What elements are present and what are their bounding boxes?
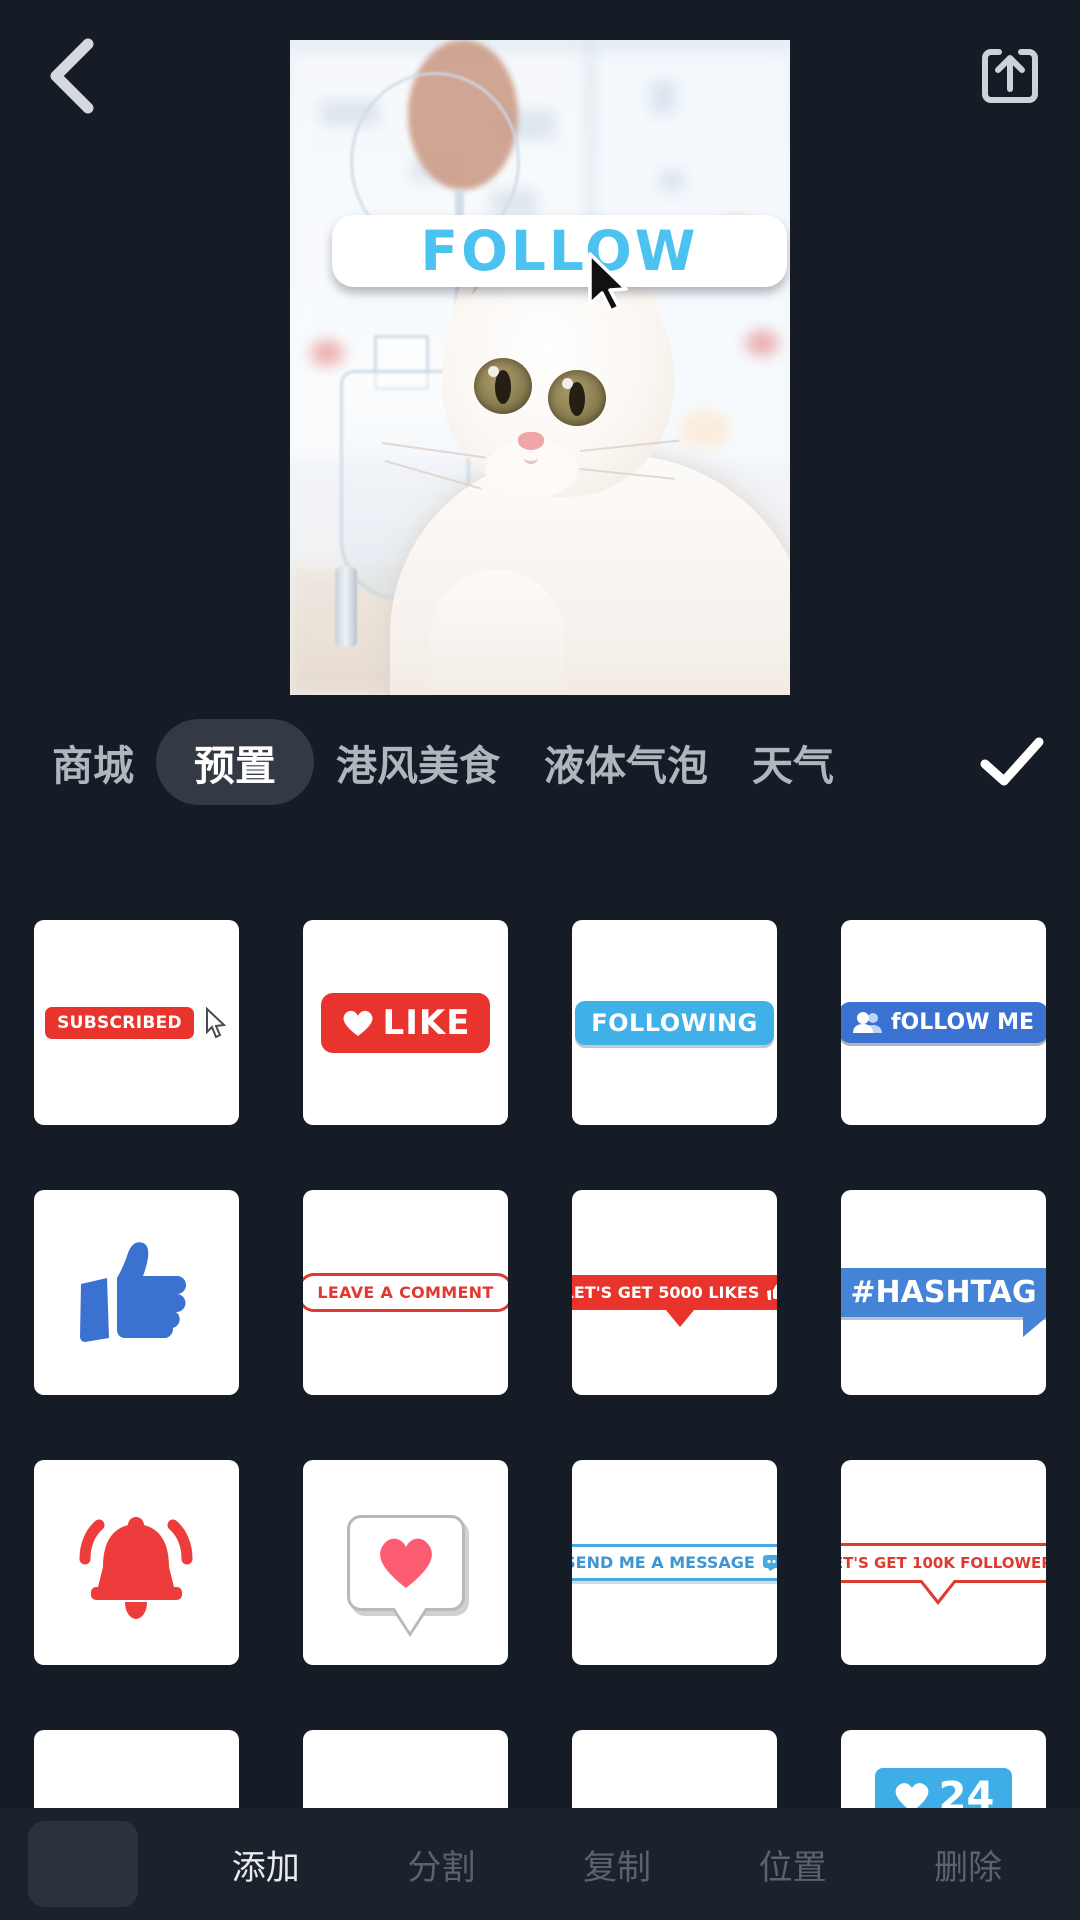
sticker-like: LIKE — [320, 992, 491, 1053]
sticker-label: LET'S GET 100K FOLLOWERS — [841, 1542, 1046, 1605]
sticker-label: FOLLOWING — [575, 1000, 774, 1045]
category-tab-strip[interactable]: 商城 预置 港风美食 液体气泡 天气 — [0, 703, 1080, 821]
back-button[interactable] — [24, 28, 120, 124]
sticker-label: fOLLOW ME — [890, 1010, 1035, 1035]
action-position[interactable]: 位置 — [759, 1840, 827, 1889]
sticker-item[interactable]: SEND ME A MESSAGE — [572, 1460, 777, 1665]
sticker-label: LET'S GET 5000 LIKES — [572, 1283, 760, 1302]
heart-speech-bubble — [346, 1514, 465, 1637]
sticker-label: #HASHTAG — [841, 1268, 1046, 1337]
checkmark-icon — [980, 737, 1044, 786]
sticker-item[interactable] — [34, 1190, 239, 1395]
tab-preset[interactable]: 预置 — [156, 719, 314, 805]
action-copy[interactable]: 复制 — [583, 1840, 651, 1889]
sticker-item[interactable]: LET'S GET 100K FOLLOWERS — [841, 1460, 1046, 1665]
chat-bubble-icon — [762, 1554, 777, 1571]
sticker-item[interactable]: SUBSCRIBED — [34, 920, 239, 1125]
tab-shop[interactable]: 商城 — [30, 719, 156, 805]
sticker-label: LIKE — [382, 1002, 471, 1043]
sticker-item[interactable]: #HASHTAG — [841, 1190, 1046, 1395]
sticker-follow-me: fOLLOW ME — [841, 1002, 1046, 1043]
video-preview[interactable]: FOLLOW — [290, 40, 790, 695]
export-button[interactable] — [966, 32, 1054, 120]
chevron-left-icon — [50, 38, 94, 114]
people-icon — [852, 1011, 882, 1033]
bell-icon — [79, 1516, 193, 1619]
sticker-label: SUBSCRIBED — [45, 1006, 194, 1039]
sticker-item[interactable] — [303, 1460, 508, 1665]
sticker-item[interactable]: LEAVE A COMMENT — [303, 1190, 508, 1395]
clip-thumbnail[interactable] — [28, 1821, 138, 1907]
sticker-label: LEAVE A COMMENT — [303, 1273, 508, 1312]
cat-subject — [290, 40, 790, 695]
sticker-item[interactable]: FOLLOWING — [572, 920, 777, 1125]
sticker-item[interactable]: LET'S GET 5000 LIKES — [572, 1190, 777, 1395]
action-delete[interactable]: 删除 — [934, 1840, 1002, 1889]
confirm-button[interactable] — [964, 714, 1060, 810]
sticker-5000-likes: LET'S GET 5000 LIKES — [572, 1275, 777, 1327]
mouse-cursor-arrow-icon — [588, 252, 628, 313]
preview-photo — [290, 40, 790, 695]
bottom-toolbar[interactable]: 添加 分割 复制 位置 删除 — [0, 1808, 1080, 1920]
action-split[interactable]: 分割 — [407, 1840, 475, 1889]
follow-sticker-label: FOLLOW — [420, 219, 699, 283]
export-up-icon — [982, 49, 1038, 103]
tab-weather[interactable]: 天气 — [730, 719, 856, 805]
heart-icon — [343, 1010, 373, 1036]
click-cursor-icon — [205, 1006, 227, 1038]
sticker-item[interactable]: fOLLOW ME — [841, 920, 1046, 1125]
heart-icon — [379, 1538, 432, 1588]
thumbs-up-small-icon — [767, 1284, 777, 1300]
sticker-send-message: SEND ME A MESSAGE — [572, 1544, 777, 1581]
thumbs-up-icon — [79, 1241, 186, 1342]
sticker-item[interactable] — [34, 1460, 239, 1665]
action-add[interactable]: 添加 — [232, 1840, 300, 1889]
tab-liquid-bubble[interactable]: 液体气泡 — [522, 719, 730, 805]
tab-hongkong-food[interactable]: 港风美食 — [314, 719, 522, 805]
bottom-actions[interactable]: 添加 分割 复制 位置 删除 — [138, 1840, 1080, 1889]
sticker-label: SEND ME A MESSAGE — [572, 1553, 755, 1572]
follow-sticker-overlay[interactable]: FOLLOW — [332, 215, 787, 287]
sticker-grid[interactable]: SUBSCRIBED LIKE FOLLOWING fOLLOW ME LEAV… — [0, 880, 1080, 1835]
sticker-item[interactable]: LIKE — [303, 920, 508, 1125]
